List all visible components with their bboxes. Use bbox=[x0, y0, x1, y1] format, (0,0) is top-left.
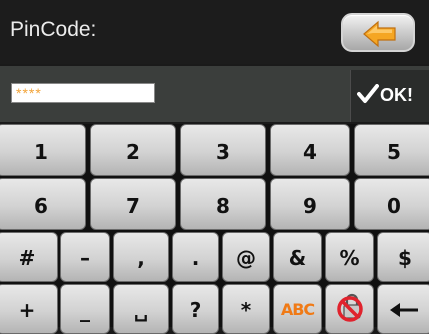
key-2[interactable]: 2 bbox=[90, 124, 176, 176]
key-5[interactable]: 5 bbox=[354, 124, 429, 176]
key-dollar[interactable]: $ bbox=[377, 232, 429, 282]
key-dash[interactable]: – bbox=[60, 232, 110, 282]
key-percent[interactable]: % bbox=[325, 232, 374, 282]
checkmark-icon bbox=[357, 84, 379, 103]
header-bar: PinCode: bbox=[0, 0, 429, 64]
key-3[interactable]: 3 bbox=[180, 124, 266, 176]
back-button[interactable] bbox=[341, 13, 415, 52]
page-title: PinCode: bbox=[10, 18, 97, 41]
backspace-arrow-icon bbox=[390, 303, 418, 317]
key-period[interactable]: . bbox=[172, 232, 219, 282]
key-at[interactable]: @ bbox=[222, 232, 270, 282]
key-ampersand[interactable]: & bbox=[273, 232, 322, 282]
ok-button[interactable]: OK! bbox=[350, 70, 429, 122]
key-7[interactable]: 7 bbox=[90, 178, 176, 230]
ok-label: OK! bbox=[380, 85, 413, 105]
key-1[interactable]: 1 bbox=[0, 124, 86, 176]
pin-input[interactable] bbox=[11, 83, 155, 103]
left-arrow-icon bbox=[363, 20, 396, 48]
key-hash[interactable]: # bbox=[0, 232, 58, 282]
key-9[interactable]: 9 bbox=[270, 178, 350, 230]
key-comma[interactable]: , bbox=[113, 232, 169, 282]
key-6[interactable]: 6 bbox=[0, 178, 86, 230]
key-8[interactable]: 8 bbox=[180, 178, 266, 230]
no-lock-icon bbox=[337, 293, 363, 322]
key-4[interactable]: 4 bbox=[270, 124, 350, 176]
keypad: 1 2 3 4 5 6 7 8 9 0 # – , . @ & % $ + _ … bbox=[0, 124, 429, 334]
key-0[interactable]: 0 bbox=[354, 178, 429, 230]
